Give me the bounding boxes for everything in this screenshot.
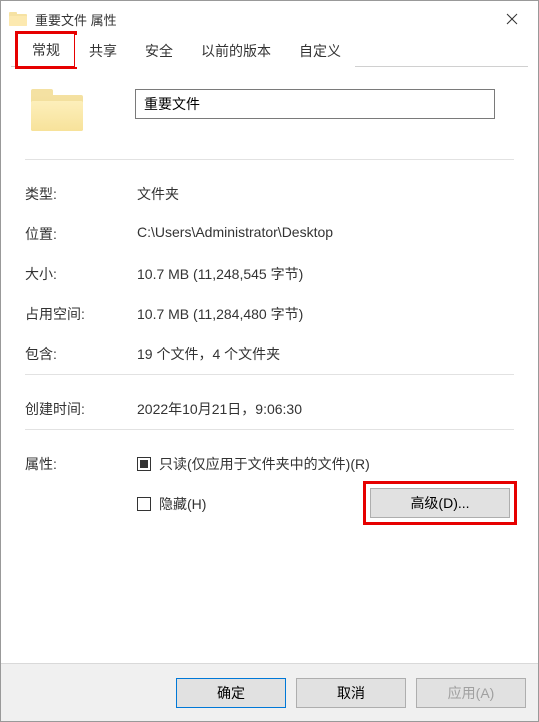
folder-icon [9, 12, 27, 26]
tab-sharing[interactable]: 共享 [75, 35, 131, 67]
value-location: C:\Users\Administrator\Desktop [137, 214, 514, 254]
attributes-table: 属性: 只读(仅应用于文件夹中的文件)(R) 隐藏(H) 高级(D)... [25, 444, 514, 532]
hidden-checkbox[interactable] [137, 497, 151, 511]
row-attributes: 属性: 只读(仅应用于文件夹中的文件)(R) 隐藏(H) 高级(D)... [25, 444, 514, 532]
row-size: 大小:10.7 MB (11,248,545 字节) [25, 254, 514, 294]
label-contains: 包含: [25, 334, 137, 374]
readonly-label: 只读(仅应用于文件夹中的文件)(R) [159, 454, 370, 474]
close-button[interactable] [490, 3, 534, 35]
value-size-on-disk: 10.7 MB (11,284,480 字节) [137, 294, 514, 334]
close-icon [506, 13, 518, 25]
tab-general[interactable]: 常规 [17, 33, 75, 67]
tab-content: 类型:文件夹 位置:C:\Users\Administrator\Desktop… [1, 67, 538, 663]
label-location: 位置: [25, 214, 137, 254]
tab-previous-versions[interactable]: 以前的版本 [187, 35, 285, 67]
cancel-button[interactable]: 取消 [296, 678, 406, 708]
advanced-button[interactable]: 高级(D)... [370, 488, 510, 518]
divider [25, 159, 514, 160]
tab-custom[interactable]: 自定义 [285, 35, 355, 67]
row-location: 位置:C:\Users\Administrator\Desktop [25, 214, 514, 254]
label-type: 类型: [25, 174, 137, 214]
advanced-highlight: 高级(D)... [366, 484, 514, 522]
label-size-on-disk: 占用空间: [25, 294, 137, 334]
row-type: 类型:文件夹 [25, 174, 514, 214]
folder-name-input[interactable] [135, 89, 495, 119]
row-contains: 包含:19 个文件，4 个文件夹 [25, 334, 514, 374]
properties-table: 类型:文件夹 位置:C:\Users\Administrator\Desktop… [25, 174, 514, 374]
label-size: 大小: [25, 254, 137, 294]
divider [25, 429, 514, 430]
value-size: 10.7 MB (11,248,545 字节) [137, 254, 514, 294]
value-type: 文件夹 [137, 174, 514, 214]
titlebar: 重要文件 属性 [1, 1, 538, 37]
ok-button[interactable]: 确定 [176, 678, 286, 708]
folder-large-icon [31, 89, 83, 133]
value-created: 2022年10月21日，9:06:30 [137, 389, 514, 429]
hidden-label: 隐藏(H) [159, 494, 206, 514]
window-title: 重要文件 属性 [35, 10, 490, 29]
readonly-checkbox[interactable] [137, 457, 151, 471]
row-size-on-disk: 占用空间:10.7 MB (11,284,480 字节) [25, 294, 514, 334]
tab-security[interactable]: 安全 [131, 35, 187, 67]
apply-button[interactable]: 应用(A) [416, 678, 526, 708]
label-attributes: 属性: [25, 444, 137, 532]
divider [25, 374, 514, 375]
created-table: 创建时间:2022年10月21日，9:06:30 [25, 389, 514, 429]
tab-bar: 常规 共享 安全 以前的版本 自定义 [11, 37, 528, 67]
label-created: 创建时间: [25, 389, 137, 429]
properties-window: 重要文件 属性 常规 共享 安全 以前的版本 自定义 类型:文件夹 位置:C:\… [0, 0, 539, 722]
dialog-footer: 确定 取消 应用(A) [1, 663, 538, 721]
value-contains: 19 个文件，4 个文件夹 [137, 334, 514, 374]
row-created: 创建时间:2022年10月21日，9:06:30 [25, 389, 514, 429]
